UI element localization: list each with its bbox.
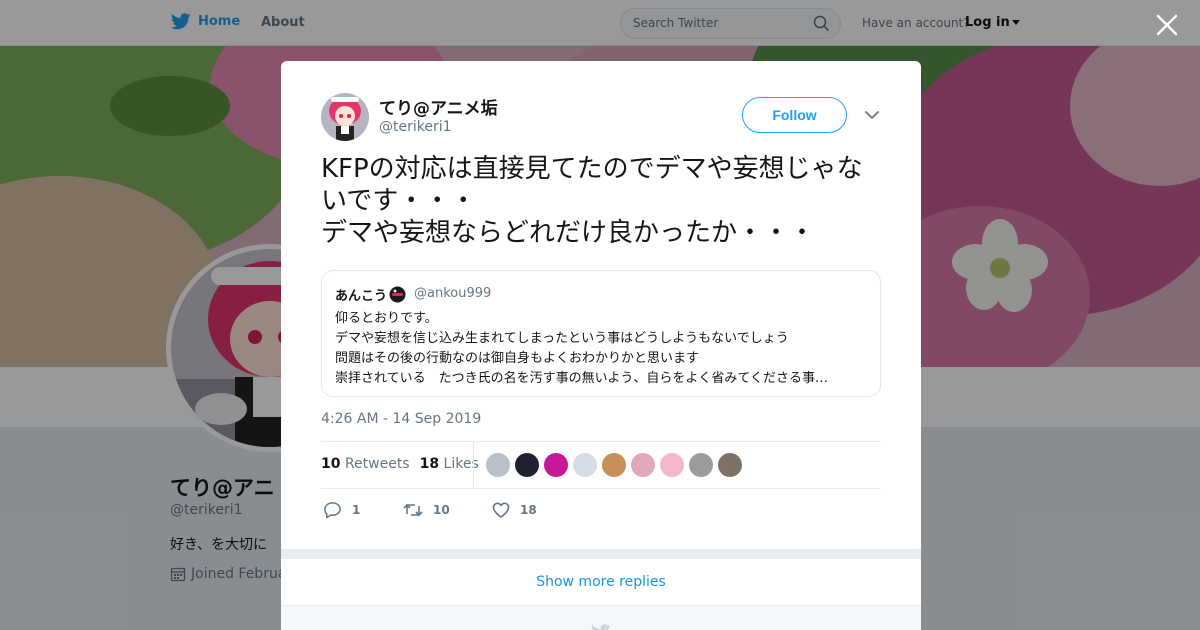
- retweets-stat[interactable]: 10 Retweets: [321, 456, 410, 472]
- liker-avatar[interactable]: [486, 453, 510, 477]
- tweet-timestamp[interactable]: 4:26 AM - 14 Sep 2019: [321, 411, 481, 427]
- retweet-button[interactable]: 10: [403, 502, 492, 518]
- twitter-bird-icon: [591, 624, 611, 630]
- quoted-tweet[interactable]: あんこう @ankou999 仰るとおりです。 デマや妄想を信じ込み生まれてしま…: [321, 270, 881, 397]
- author-avatar[interactable]: [321, 93, 369, 141]
- retweets-count: 10: [321, 456, 341, 472]
- quoted-text-line: 問題はその後の行動なのは御自身もよくおわかりかと思います: [335, 351, 700, 366]
- follow-button[interactable]: Follow: [742, 97, 847, 133]
- liker-avatar[interactable]: [515, 453, 539, 477]
- tweet-stats: 10 Retweets 18 Likes: [321, 456, 479, 472]
- liker-avatar[interactable]: [660, 453, 684, 477]
- close-icon[interactable]: [1155, 13, 1179, 37]
- tweet-modal: てり@アニメ垢 @terikeri1 Follow KFPの対応は直接見てたので…: [281, 61, 921, 630]
- divider: [321, 488, 881, 489]
- liker-avatars: [486, 453, 742, 477]
- retweet-icon: [403, 503, 423, 517]
- author-handle[interactable]: @terikeri1: [379, 119, 452, 135]
- divider: [321, 441, 881, 442]
- liker-avatar[interactable]: [689, 453, 713, 477]
- chevron-down-icon[interactable]: [864, 107, 880, 123]
- tweet-text: KFPの対応は直接見てたのでデマや妄想じゃないです・・・ デマや妄想ならどれだけ…: [321, 154, 863, 248]
- quoted-text-line: 崇拝されている たつき氏の名を汚す事の無いよう、自らをよく省みてくださる事…: [335, 371, 828, 386]
- quoted-text-line: 仰るとおりです。: [335, 311, 438, 326]
- quoted-author-name-text: あんこう: [335, 289, 388, 304]
- reply-count: 1: [352, 503, 361, 517]
- liker-avatar[interactable]: [631, 453, 655, 477]
- retweet-count: 10: [433, 503, 450, 517]
- liker-avatar[interactable]: [573, 453, 597, 477]
- retweets-label: Retweets: [344, 456, 410, 472]
- author-name[interactable]: てり@アニメ垢: [379, 94, 498, 119]
- quoted-text-line: デマや妄想を信じ込み生まれてしまったという事はどうしようもないでしょう: [335, 331, 789, 346]
- quoted-author-handle: @ankou999: [414, 286, 492, 301]
- like-button[interactable]: 18: [492, 502, 537, 518]
- liker-avatar[interactable]: [602, 453, 626, 477]
- emoji-icon: [389, 286, 406, 303]
- author-avatar-image: [321, 93, 369, 141]
- reply-icon: [324, 502, 341, 519]
- likes-stat[interactable]: 18 Likes: [420, 456, 479, 472]
- like-count: 18: [520, 503, 537, 517]
- tweet-actions: 1 10 18: [323, 501, 537, 519]
- show-more-replies-button[interactable]: Show more replies: [281, 559, 921, 605]
- like-icon: [492, 502, 510, 518]
- divider: [473, 442, 474, 488]
- likes-count: 18: [419, 456, 440, 472]
- section-separator: [281, 549, 921, 559]
- liker-avatar[interactable]: [544, 453, 568, 477]
- replies-footer: [281, 605, 921, 630]
- liker-avatar[interactable]: [718, 453, 742, 477]
- reply-button[interactable]: 1: [323, 501, 403, 519]
- quoted-author-name: あんこう: [335, 285, 406, 304]
